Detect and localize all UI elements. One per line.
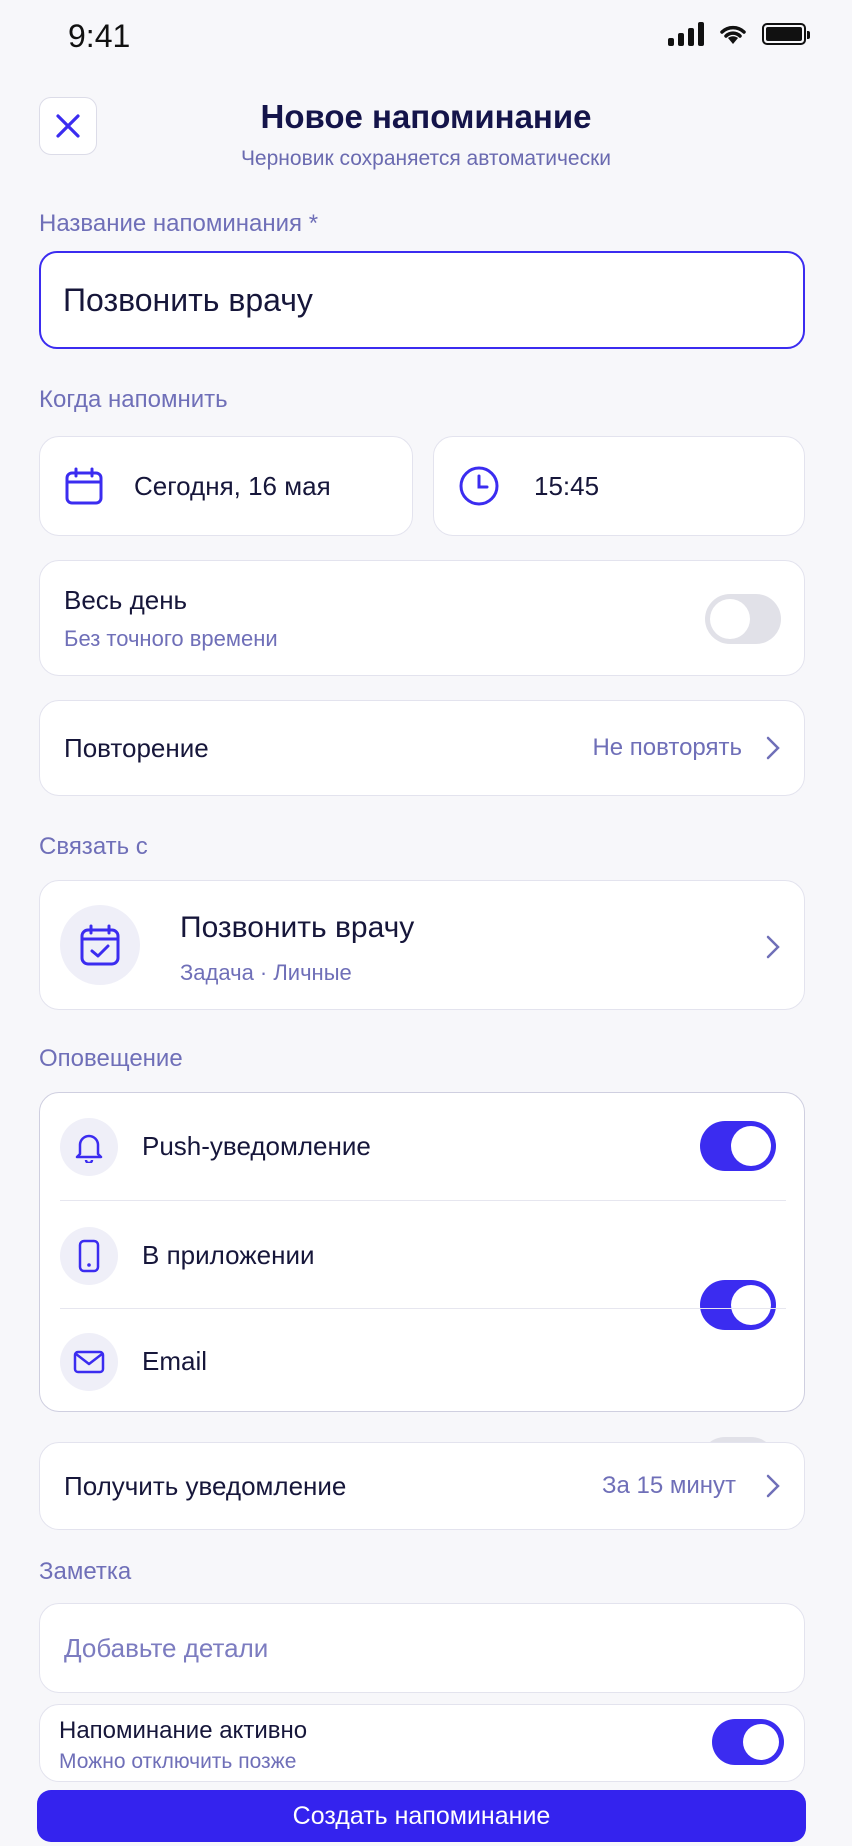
- calendar-check-icon: [80, 924, 120, 966]
- mail-icon-wrap: [60, 1333, 118, 1391]
- push-toggle[interactable]: [700, 1121, 776, 1171]
- signal-icon: [668, 22, 704, 46]
- status-icons: [668, 22, 810, 46]
- active-subtitle: Можно отключить позже: [59, 1750, 297, 1773]
- link-label: Связать с: [39, 833, 148, 860]
- mail-icon: [73, 1350, 105, 1374]
- create-reminder-button[interactable]: Создать напоминание: [37, 1790, 806, 1842]
- receive-value: За 15 минут: [601, 1472, 736, 1499]
- when-label: Когда напомнить: [39, 386, 228, 413]
- date-value: Сегодня, 16 мая: [134, 470, 331, 501]
- active-row: Напоминание активно Можно отключить позж…: [39, 1704, 805, 1782]
- note-label: Заметка: [39, 1558, 132, 1585]
- in-app-label: В приложении: [142, 1240, 315, 1270]
- linked-task-title: Позвонить врачу: [180, 911, 415, 944]
- chevron-right-icon: [766, 736, 780, 760]
- email-label: Email: [142, 1346, 208, 1376]
- page-title: Новое напоминание: [260, 98, 592, 135]
- time-value: 15:45: [534, 470, 600, 501]
- battery-icon: [762, 23, 810, 45]
- calendar-icon: [65, 467, 103, 505]
- chevron-right-icon: [766, 935, 780, 959]
- chevron-right-icon: [766, 1474, 780, 1498]
- notification-card: Push-уведомление В приложении Email: [39, 1092, 805, 1487]
- divider: [60, 1200, 786, 1201]
- all-day-title: Весь день: [64, 585, 188, 615]
- status-time: 9:41: [68, 18, 131, 54]
- bell-icon-wrap: [60, 1118, 118, 1176]
- in-app-toggle[interactable]: [700, 1280, 776, 1330]
- linked-task-card[interactable]: Позвонить врачу Задача · Личные: [39, 880, 805, 1010]
- notification-label: Оповещение: [39, 1045, 183, 1072]
- page-subtitle: Черновик сохраняется автоматически: [240, 147, 612, 170]
- task-icon-wrap: [60, 905, 140, 985]
- receive-notification-row[interactable]: Получить уведомление За 15 минут: [39, 1442, 805, 1530]
- all-day-subtitle: Без точного времени: [64, 626, 278, 651]
- linked-task-meta: Задача · Личные: [180, 960, 352, 985]
- phone-icon: [78, 1239, 100, 1273]
- time-picker[interactable]: 15:45: [433, 436, 805, 536]
- note-placeholder: Добавьте детали: [64, 1632, 269, 1663]
- all-day-row: Весь день Без точного времени: [39, 560, 805, 676]
- date-picker[interactable]: Сегодня, 16 мая: [39, 436, 413, 536]
- phone-icon-wrap: [60, 1227, 118, 1285]
- repeat-title: Повторение: [64, 732, 209, 763]
- all-day-toggle[interactable]: [705, 594, 781, 644]
- active-toggle[interactable]: [712, 1719, 784, 1765]
- bell-icon: [75, 1134, 103, 1163]
- name-input-value: Позвонить врачу: [63, 281, 313, 318]
- name-label: Название напоминания *: [39, 210, 319, 237]
- name-input[interactable]: Позвонить врачу: [39, 251, 805, 349]
- wifi-icon: [720, 25, 746, 44]
- repeat-row[interactable]: Повторение Не повторять: [39, 700, 805, 796]
- push-label: Push-уведомление: [142, 1131, 371, 1161]
- clock-icon: [459, 466, 499, 506]
- repeat-value: Не повторять: [592, 734, 742, 761]
- divider: [60, 1308, 786, 1309]
- note-input[interactable]: Добавьте детали: [39, 1603, 805, 1693]
- active-title: Напоминание активно: [59, 1717, 308, 1744]
- receive-title: Получить уведомление: [64, 1470, 347, 1501]
